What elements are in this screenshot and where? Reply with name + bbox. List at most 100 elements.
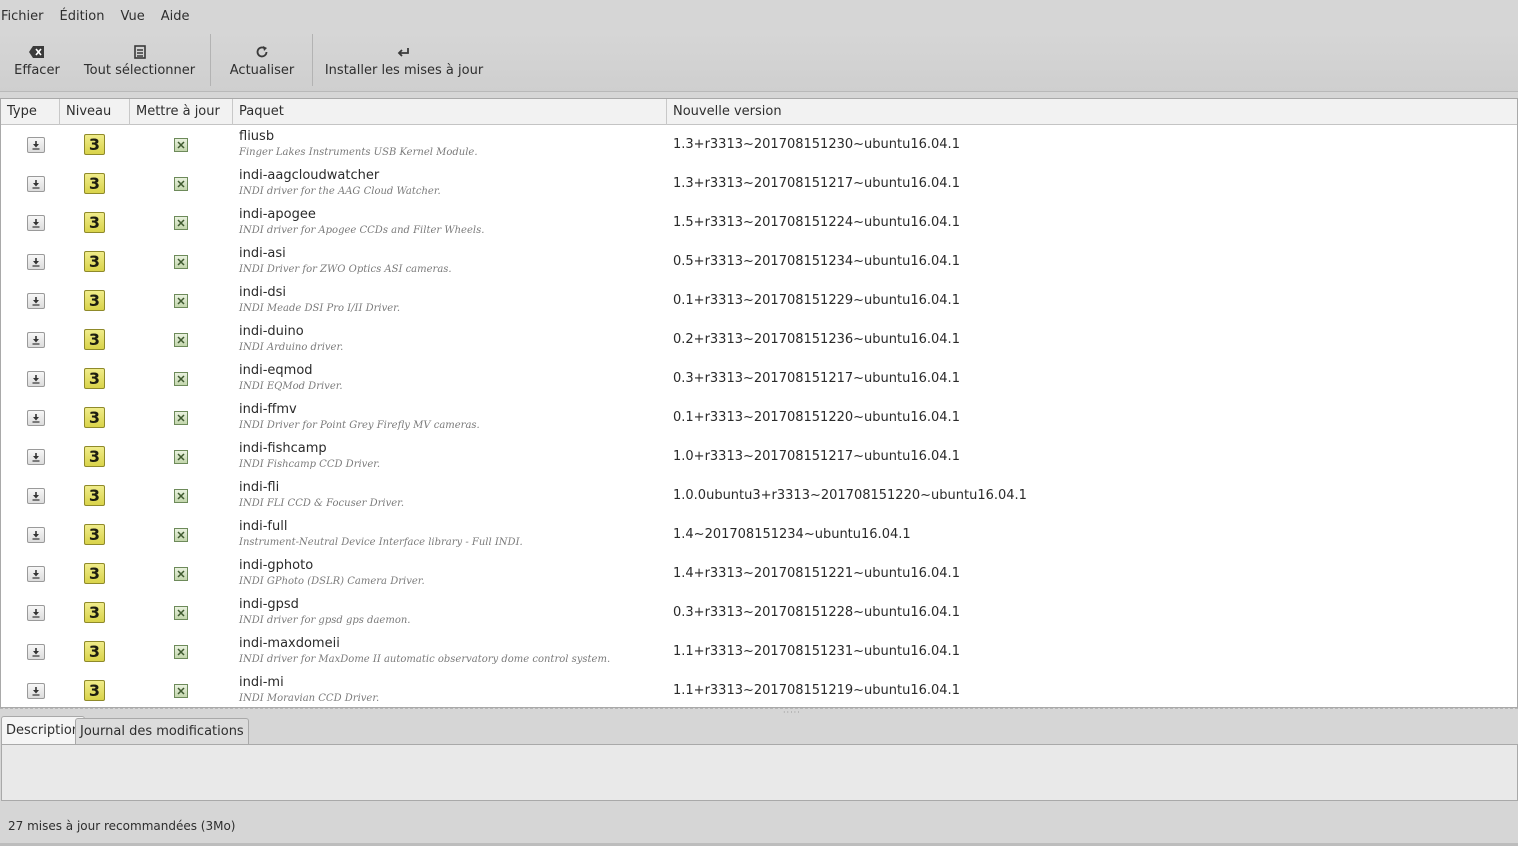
column-type[interactable]: Type [1, 99, 60, 125]
toolbar-separator [312, 34, 313, 86]
update-checkbox[interactable] [174, 645, 188, 659]
tab-bar: Description Journal des modifications [0, 716, 1518, 745]
package-version: 0.2+r3313~201708151236~ubuntu16.04.1 [673, 332, 960, 347]
package-name: indi-fishcamp [239, 441, 327, 456]
update-checkbox[interactable] [174, 528, 188, 542]
update-checkbox[interactable] [174, 450, 188, 464]
update-checkbox[interactable] [174, 333, 188, 347]
package-description: INDI driver for the AAG Cloud Watcher. [239, 186, 441, 197]
update-checkbox[interactable] [174, 177, 188, 191]
download-package-icon [27, 176, 45, 192]
update-checkbox[interactable] [174, 255, 188, 269]
package-version: 0.1+r3313~201708151229~ubuntu16.04.1 [673, 293, 960, 308]
download-package-icon [27, 488, 45, 504]
level-badge: 3 [84, 290, 105, 311]
package-name: indi-duino [239, 324, 304, 339]
package-description: INDI driver for MaxDome II automatic obs… [239, 654, 611, 665]
column-update[interactable]: Mettre à jour [130, 99, 233, 125]
column-version[interactable]: Nouvelle version [667, 99, 1517, 125]
package-description: INDI Fishcamp CCD Driver. [239, 459, 381, 470]
update-checkbox[interactable] [174, 411, 188, 425]
menu-edition[interactable]: Édition [60, 9, 111, 24]
status-bar: 27 mises à jour recommandées (3Mo) [0, 808, 1518, 844]
table-row[interactable]: 3 indi-fishcamp INDI Fishcamp CCD Driver. 1… [1, 438, 1517, 477]
package-name: indi-aagcloudwatcher [239, 168, 380, 183]
download-package-icon [27, 605, 45, 621]
update-checkbox[interactable] [174, 372, 188, 386]
package-version: 1.0.0ubuntu3+r3313~201708151220~ubuntu16… [673, 488, 1027, 503]
download-package-icon [27, 215, 45, 231]
level-badge: 3 [84, 524, 105, 545]
update-checkbox[interactable] [174, 684, 188, 698]
select-all-label: Tout sélectionner [83, 63, 196, 78]
update-checkbox[interactable] [174, 567, 188, 581]
package-description: INDI Driver for Point Grey Firefly MV ca… [239, 420, 480, 431]
table-row[interactable]: 3 indi-gphoto INDI GPhoto (DSLR) Camera Dr… [1, 555, 1517, 594]
list-header: Type Niveau Mettre à jour Paquet Nouvell… [1, 99, 1517, 125]
package-name: indi-asi [239, 246, 286, 261]
table-row[interactable]: 3 indi-fli INDI FLI CCD & Focuser Driver. 1… [1, 477, 1517, 516]
table-row[interactable]: 3 indi-dsi INDI Meade DSI Pro I/II Driver.… [1, 282, 1517, 321]
download-package-icon [27, 371, 45, 387]
menu-fichier[interactable]: Fichier [0, 9, 50, 24]
tab-changelog[interactable]: Journal des modifications [75, 718, 249, 744]
install-label: Installer les mises à jour [324, 63, 484, 78]
level-badge: 3 [84, 368, 105, 389]
refresh-button[interactable]: Actualiser [230, 32, 294, 90]
clear-button[interactable]: Effacer [10, 32, 64, 90]
table-row[interactable]: 3 indi-full Instrument-Neutral Device Inte… [1, 516, 1517, 555]
download-package-icon [27, 527, 45, 543]
table-row[interactable]: 3 indi-apogee INDI driver for Apogee CCDs … [1, 204, 1517, 243]
package-version: 1.3+r3313~201708151217~ubuntu16.04.1 [673, 176, 960, 191]
package-description: INDI FLI CCD & Focuser Driver. [239, 498, 405, 509]
update-checkbox[interactable] [174, 606, 188, 620]
update-checkbox[interactable] [174, 294, 188, 308]
refresh-icon [255, 32, 269, 62]
package-name: indi-maxdomeii [239, 636, 340, 651]
package-version: 1.3+r3313~201708151230~ubuntu16.04.1 [673, 137, 960, 152]
column-package[interactable]: Paquet [233, 99, 667, 125]
update-checkbox[interactable] [174, 216, 188, 230]
download-package-icon [27, 410, 45, 426]
level-badge: 3 [84, 134, 105, 155]
grip-icon: ····· [783, 708, 801, 717]
table-row[interactable]: 3 indi-gpsd INDI driver for gpsd gps daemo… [1, 594, 1517, 633]
table-row[interactable]: 3 indi-duino INDI Arduino driver. 0.2+r3313… [1, 321, 1517, 360]
package-description: INDI Driver for ZWO Optics ASI cameras. [239, 264, 452, 275]
table-row[interactable]: 3 fliusb Finger Lakes Instruments USB Kern… [1, 126, 1517, 165]
package-name: fliusb [239, 129, 275, 144]
package-name: indi-mi [239, 675, 284, 690]
package-description: INDI Arduino driver. [239, 342, 344, 353]
level-badge: 3 [84, 407, 105, 428]
backspace-icon [28, 32, 46, 62]
table-row[interactable]: 3 indi-mi INDI Moravian CCD Driver. 1.1+r33… [1, 672, 1517, 707]
package-name: indi-fli [239, 480, 280, 495]
install-updates-button[interactable]: Installer les mises à jour [325, 32, 483, 90]
download-package-icon [27, 566, 45, 582]
table-row[interactable]: 3 indi-asi INDI Driver for ZWO Optics ASI … [1, 243, 1517, 282]
menu-aide[interactable]: Aide [161, 9, 196, 24]
column-level[interactable]: Niveau [60, 99, 130, 125]
download-package-icon [27, 332, 45, 348]
table-row[interactable]: 3 indi-eqmod INDI EQMod Driver. 0.3+r3313~2… [1, 360, 1517, 399]
package-version: 1.1+r3313~201708151231~ubuntu16.04.1 [673, 644, 960, 659]
table-row[interactable]: 3 indi-maxdomeii INDI driver for MaxDome I… [1, 633, 1517, 672]
update-checkbox[interactable] [174, 138, 188, 152]
table-row[interactable]: 3 indi-ffmv INDI Driver for Point Grey Fir… [1, 399, 1517, 438]
package-version: 1.5+r3313~201708151224~ubuntu16.04.1 [673, 215, 960, 230]
update-checkbox[interactable] [174, 489, 188, 503]
pane-resize-handle[interactable]: ····· [0, 708, 1518, 717]
package-name: indi-dsi [239, 285, 287, 300]
tab-description[interactable]: Description [1, 716, 86, 745]
download-package-icon [27, 254, 45, 270]
package-description: INDI Moravian CCD Driver. [239, 693, 380, 704]
menu-vue[interactable]: Vue [120, 9, 150, 24]
package-description: INDI EQMod Driver. [239, 381, 343, 392]
package-version: 1.4+r3313~201708151221~ubuntu16.04.1 [673, 566, 960, 581]
table-row[interactable]: 3 indi-aagcloudwatcher INDI driver for the… [1, 165, 1517, 204]
level-badge: 3 [84, 446, 105, 467]
select-all-button[interactable]: Tout sélectionner [84, 32, 195, 90]
package-name: indi-full [239, 519, 288, 534]
package-name: indi-apogee [239, 207, 316, 222]
document-icon [133, 32, 146, 62]
